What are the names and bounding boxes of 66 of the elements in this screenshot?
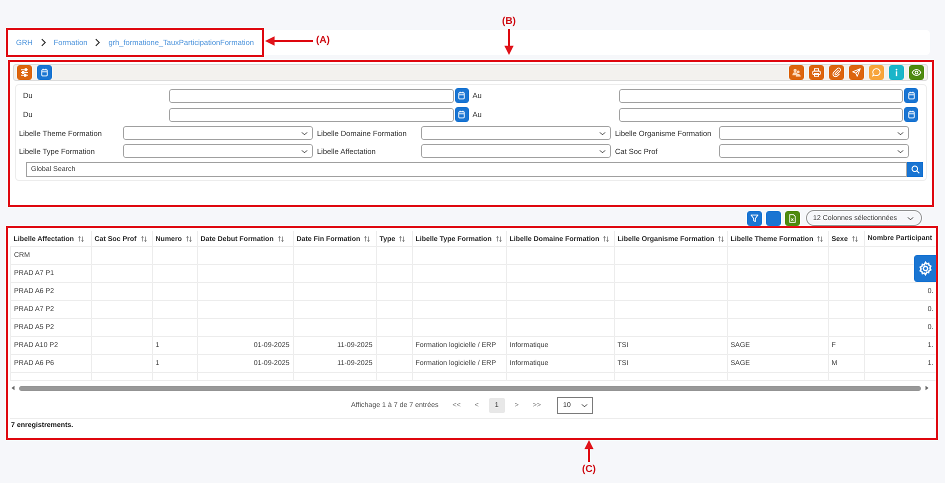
settings-icon <box>918 261 932 276</box>
sliders-icon <box>19 67 30 78</box>
speech-bubble-icon <box>871 67 882 78</box>
calendar-icon <box>39 67 50 78</box>
view-button[interactable] <box>909 65 924 80</box>
spreadsheet-icon <box>787 212 798 224</box>
horizontal-scrollbar[interactable] <box>10 383 930 393</box>
calendar-button[interactable] <box>454 107 468 122</box>
dropdown[interactable] <box>421 126 611 140</box>
users-icon <box>791 67 802 78</box>
date-field[interactable] <box>169 108 454 122</box>
printer-icon <box>811 67 822 78</box>
attach-button[interactable] <box>829 65 844 80</box>
sort-icon[interactable] <box>850 234 859 242</box>
annotation-label: (C) <box>582 464 596 475</box>
calendar-button[interactable] <box>904 88 918 103</box>
calendar-icon <box>906 90 916 101</box>
sort-icon[interactable] <box>76 234 85 242</box>
users-button[interactable] <box>789 65 804 80</box>
annotation-label: (A) <box>316 35 330 46</box>
sort-icon[interactable] <box>398 234 406 242</box>
annotation-arrow <box>504 29 514 55</box>
dropdown[interactable] <box>719 144 909 158</box>
filter-icon <box>749 212 760 224</box>
date-field[interactable] <box>618 88 903 102</box>
settings-tab[interactable] <box>914 255 936 282</box>
date-field[interactable] <box>169 88 454 102</box>
calendar-icon <box>906 109 916 120</box>
sort-icon[interactable] <box>184 234 193 242</box>
sort-icon[interactable] <box>140 234 148 242</box>
calendar-button[interactable] <box>904 107 918 122</box>
annotation-arrow <box>584 440 594 462</box>
sort-icon[interactable] <box>816 234 824 242</box>
filter-settings-button[interactable] <box>17 65 32 80</box>
chevron-right-icon <box>93 38 102 47</box>
dropdown[interactable] <box>719 126 909 140</box>
calendar-icon <box>456 90 467 101</box>
scroll-thumb[interactable] <box>19 386 921 390</box>
send-button[interactable] <box>849 65 864 80</box>
annotation-label: (B) <box>502 16 516 27</box>
chevron-right-icon <box>38 38 48 47</box>
sort-icon[interactable] <box>717 234 726 242</box>
paper-plane-icon <box>851 67 862 78</box>
scroll-right-icon[interactable] <box>924 385 930 391</box>
dropdown[interactable] <box>421 144 611 158</box>
sort-icon[interactable] <box>602 234 610 242</box>
calendar-button[interactable] <box>37 65 52 80</box>
paperclip-icon <box>831 67 842 78</box>
search-icon <box>910 164 920 175</box>
sort-icon[interactable] <box>363 234 372 242</box>
print-button[interactable] <box>809 65 824 80</box>
annotation-arrow <box>265 36 313 46</box>
date-field[interactable] <box>618 108 903 122</box>
scroll-left-icon[interactable] <box>10 385 16 391</box>
filter-button[interactable] <box>747 210 762 226</box>
dropdown[interactable] <box>123 126 313 140</box>
dropdown[interactable] <box>123 144 313 158</box>
export-button[interactable] <box>785 210 800 226</box>
sort-icon[interactable] <box>494 234 503 242</box>
info-button[interactable] <box>889 65 904 80</box>
calendar-button[interactable] <box>454 88 468 103</box>
calendar-icon <box>456 109 467 120</box>
sort-icon[interactable] <box>276 234 285 242</box>
search-button[interactable] <box>907 162 923 177</box>
eye-icon <box>911 67 922 78</box>
toolbar-button[interactable] <box>766 210 781 226</box>
